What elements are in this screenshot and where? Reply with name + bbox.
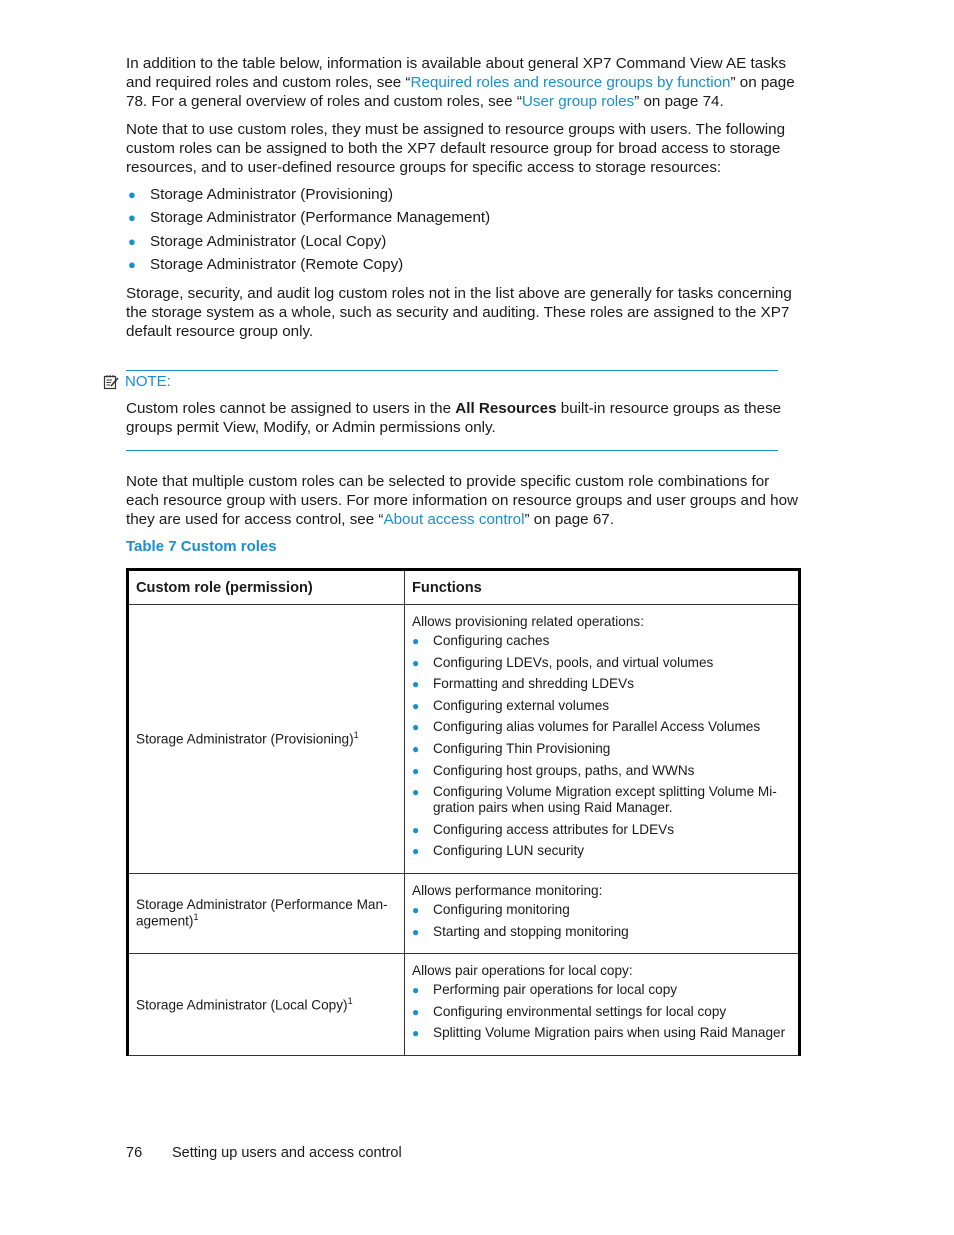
list-item: ● Configuring access attributes for LDEVs: [412, 821, 675, 837]
note-header: NOTE:: [103, 373, 171, 390]
link-about-access-control[interactable]: About access control: [383, 511, 524, 528]
role-name: Storage Administrator (Local Copy): [136, 997, 348, 1013]
list-item: ● Configuring external volumes: [412, 697, 610, 713]
bullet-icon: ●: [412, 763, 420, 778]
list-item: ● Starting and stopping monitoring: [412, 923, 629, 939]
bullet-icon: ●: [128, 256, 136, 272]
list-item: ● Configuring caches: [412, 633, 550, 648]
table-header-row: Custom role (permission) Functions: [127, 569, 800, 605]
intro-paragraph-2: Note that to use custom roles, they must…: [126, 121, 786, 176]
column-header-functions: Functions: [404, 569, 800, 605]
table-row: Storage Administrator (Performance Man-a…: [127, 873, 800, 955]
bullet-icon: ●: [412, 655, 420, 670]
bullet-icon: ●: [412, 1004, 420, 1019]
role-cell: Storage Administrator (Performance Man-a…: [127, 873, 405, 955]
list-item: ● Configuring environmental settings for …: [412, 1003, 727, 1019]
list-item: ● Formatting and shredding LDEVs: [412, 676, 634, 692]
footnote-marker: 1: [193, 912, 199, 923]
bullet-icon: ●: [412, 634, 420, 648]
functions-list: ● Performing pair operations for local co…: [412, 982, 791, 1041]
after-note-paragraph: Note that multiple custom roles can be s…: [126, 473, 798, 528]
list-item: ● Splitting Volume Migration pairs when u…: [412, 1025, 786, 1041]
list-item: ● Storage Administrator (Performance Mana…: [128, 209, 491, 227]
list-item: ● Performing pair operations for local co…: [412, 982, 678, 998]
intro-paragraph-1: In addition to the table below, informat…: [126, 55, 795, 110]
note-bottom-divider: [126, 450, 778, 451]
list-item: ● Storage Administrator (Remote Copy): [128, 255, 404, 273]
bullet-icon: ●: [412, 741, 420, 756]
role-cell: Storage Administrator (Local Copy)1: [127, 953, 405, 1056]
table-caption: Table 7 Custom roles: [126, 538, 277, 555]
bullet-icon: ●: [412, 1026, 420, 1041]
page-footer: 76 Setting up users and access control: [126, 1145, 402, 1161]
bullet-icon: ●: [412, 983, 420, 998]
functions-list: ● Configuring monitoring ● Starting and sto…: [412, 902, 791, 940]
bullet-icon: ●: [412, 822, 420, 837]
bullet-icon: ●: [412, 924, 420, 939]
bullet-icon: ●: [412, 785, 420, 800]
column-header-role: Custom role (permission): [127, 569, 405, 605]
list-item: ● Configuring Volume Migration except spl…: [412, 784, 777, 816]
table-row: Storage Administrator (Local Copy)1 Allow…: [127, 953, 800, 1056]
bullet-icon: ●: [128, 187, 136, 202]
link-required-roles[interactable]: Required roles and resource groups by fu…: [411, 74, 731, 91]
footnote-marker: 1: [347, 995, 353, 1006]
note-top-divider: [126, 370, 778, 371]
functions-intro: Allows pair operations for local copy:: [412, 963, 633, 979]
footnote-marker: 1: [353, 730, 359, 741]
bullet-icon: ●: [128, 233, 136, 249]
functions-intro: Allows performance monitoring:: [412, 882, 603, 898]
note-label: NOTE:: [125, 373, 171, 390]
link-user-group-roles[interactable]: User group roles: [522, 93, 634, 110]
list-item: ● Configuring host groups, paths, and WWN…: [412, 762, 695, 778]
bullet-icon: ●: [412, 677, 420, 692]
bullet-icon: ●: [128, 210, 136, 226]
role-name: Storage Administrator (Performance Man-a…: [136, 897, 388, 929]
list-item: ● Configuring monitoring: [412, 901, 570, 917]
intro-paragraph-3: Storage, security, and audit log custom …: [126, 285, 792, 340]
table-row: Storage Administrator (Provisioning)1 All…: [127, 604, 800, 874]
note-text: Custom roles cannot be assigned to users…: [126, 400, 782, 436]
bullet-icon: ●: [412, 844, 420, 859]
custom-roles-table: Custom role (permission) Functions Stora…: [126, 568, 801, 1056]
custom-roles-list: ● Storage Administrator (Provisioning) ● S…: [126, 185, 490, 278]
list-item: ● Configuring LDEVs, pools, and virtual v…: [412, 654, 714, 670]
functions-intro: Allows provisioning related operations:: [412, 614, 644, 629]
list-item: ● Configuring Thin Provisioning: [412, 740, 611, 756]
bullet-icon: ●: [412, 720, 420, 735]
functions-list: ● Configuring caches ● Configuring LDEVs, p…: [412, 633, 791, 859]
list-item: ● Storage Administrator (Provisioning): [128, 186, 394, 203]
footer-section-title: Setting up users and access control: [172, 1145, 402, 1161]
list-item: ● Configuring alias volumes for Parallel …: [412, 719, 761, 735]
list-item: ● Configuring LUN security: [412, 843, 585, 859]
functions-cell: Allows provisioning related operations: ●…: [404, 604, 800, 874]
functions-cell: Allows pair operations for local copy: ● P…: [404, 953, 800, 1056]
bullet-icon: ●: [412, 902, 420, 917]
bullet-icon: ●: [412, 698, 420, 713]
role-cell: Storage Administrator (Provisioning)1: [127, 604, 405, 874]
note-icon: [103, 374, 119, 389]
list-item: ● Storage Administrator (Local Copy): [128, 232, 387, 250]
page-number: 76: [126, 1145, 143, 1161]
functions-cell: Allows performance monitoring: ● Configuri…: [404, 873, 800, 955]
role-name: Storage Administrator (Provisioning): [136, 731, 354, 747]
